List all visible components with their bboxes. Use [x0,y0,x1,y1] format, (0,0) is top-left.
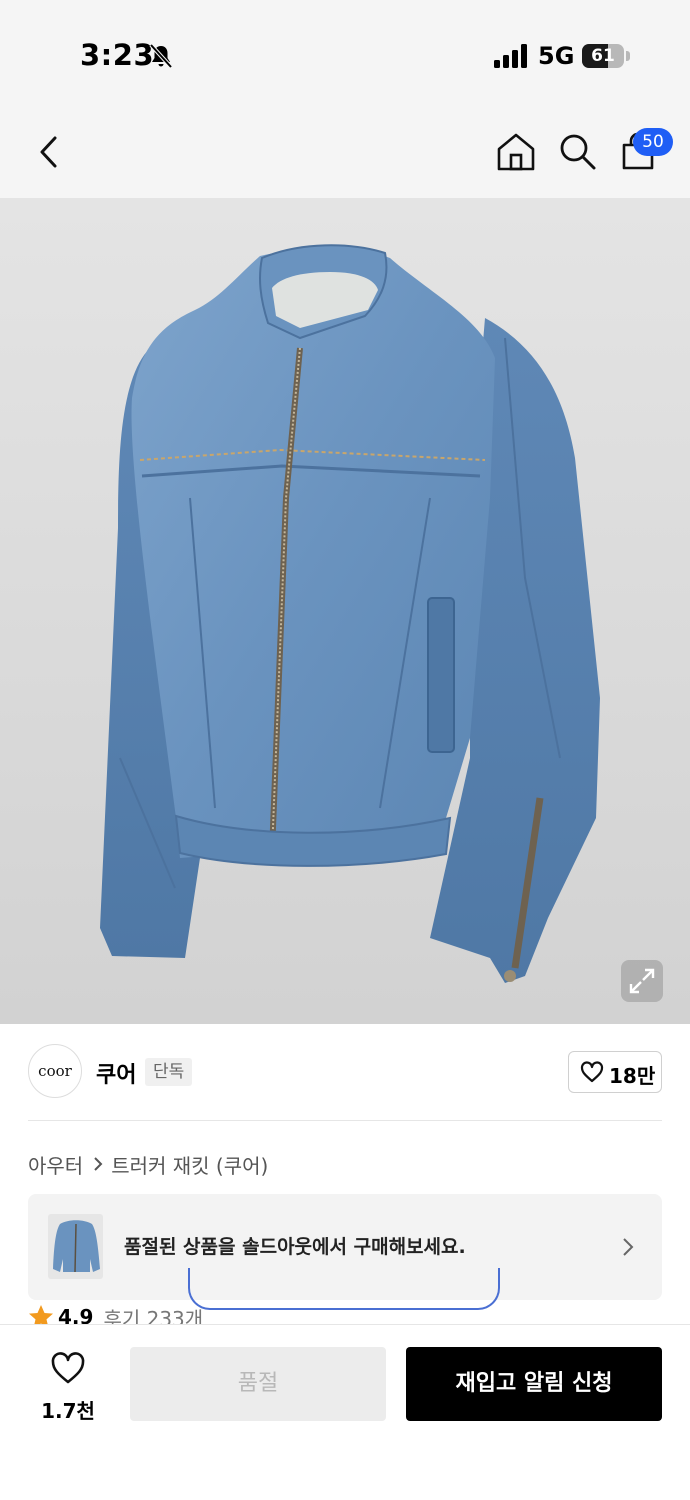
brand-row: coor 쿠어 단독 18만 [0,1024,690,1120]
restock-alert-button[interactable]: 재입고 알림 신청 [406,1347,662,1421]
brand-like-button[interactable]: 18만 [568,1051,662,1093]
wishlist-button[interactable]: 1.7천 [30,1347,106,1427]
soldout-button: 품절 [130,1347,386,1421]
denim-jacket-illustration [100,244,600,983]
chevron-right-icon [623,1238,634,1256]
bell-off-icon [149,43,173,69]
chevron-right-icon [94,1157,103,1171]
nav-bar: 50 [0,100,690,198]
network-label: 5G [538,42,575,70]
wishlist-count: 1.7천 [41,1399,95,1423]
status-time: 3:23 [80,38,155,72]
exclusive-tag: 단독 [145,1058,193,1086]
heart-icon [51,1352,85,1384]
soldout-banner-text: 품절된 상품을 솔드아웃에서 구매해보세요. [124,1236,466,1258]
brand-logo[interactable]: coor [28,1044,82,1098]
toast-popup-edge [188,1268,500,1310]
back-icon[interactable] [28,130,72,174]
heart-outline-icon [580,1061,604,1083]
banner-thumbnail [48,1214,103,1279]
cart-count-badge: 50 [633,128,673,156]
status-bar: 3:23 5G 61 [0,0,690,100]
breadcrumb-product: 트러커 재킷 (쿠어) [111,1153,269,1178]
battery-label: 61 [591,46,615,66]
bottom-action-bar: 1.7천 품절 재입고 알림 신청 [0,1324,690,1500]
breadcrumb: 아우터 트러커 재킷 (쿠어) [28,1150,268,1178]
product-image[interactable] [0,198,690,1024]
battery-tip [626,51,630,61]
battery-indicator: 61 [582,44,624,68]
expand-icon [629,968,655,994]
signal-icon [494,44,527,68]
search-icon[interactable] [556,130,600,174]
home-icon[interactable] [494,130,538,174]
expand-image-button[interactable] [621,960,663,1002]
brand-like-count: 18만 [609,1064,656,1088]
breadcrumb-category[interactable]: 아우터 [28,1150,83,1179]
divider [28,1120,662,1121]
brand-name[interactable]: 쿠어 [96,1057,136,1089]
